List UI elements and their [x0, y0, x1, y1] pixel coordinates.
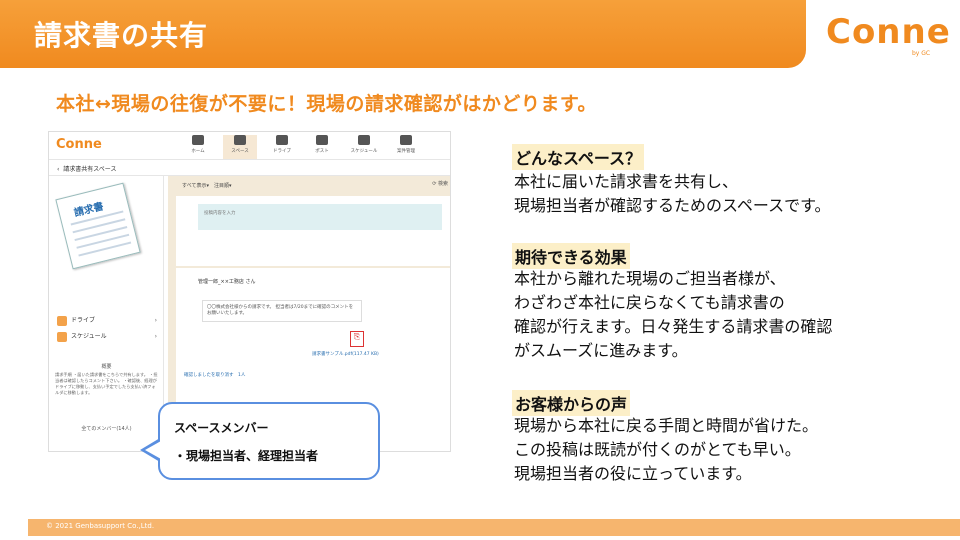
breadcrumb: ‹ 請求書共有スペース [49, 160, 450, 176]
section-heading-effect: 期待できる効果 [512, 243, 630, 269]
space-icon [234, 135, 246, 145]
brand-logo-sub: by GC [912, 50, 931, 57]
app-left-panel: 請求書 ドライブ › スケジュール › 概要 請求手順 ・届いた請求書をこちらで共有… [49, 176, 164, 451]
section-line: 現場担当者が確認するためのスペースです。 [514, 196, 831, 215]
section-line: 現場から本社に戻る手間と時間が省けた。 [514, 416, 819, 435]
bubble-line2: ・現場担当者、経理担当者 [174, 449, 319, 463]
section-body-effect: 本社から離れた現場のご担当者様が、 わざわざ本社に戻らなくても請求書の 確認が行… [514, 267, 832, 363]
header-bar: 請求書の共有 [0, 0, 806, 68]
members-heading: 全てのメンバー(14人) [81, 426, 132, 432]
home-icon [192, 135, 204, 145]
invoice-paper: 請求書 [55, 182, 141, 270]
summary-heading: 概要 [101, 364, 112, 370]
post-author: 管理一郎_××工務店 さん [198, 279, 256, 285]
left-menu-label: スケジュール [71, 333, 107, 340]
nav-schedule: スケジュール [347, 135, 381, 159]
section-heading-voice: お客様からの声 [512, 390, 631, 416]
calendar-icon [358, 135, 370, 145]
section-line: わざわざ本社に戻らなくても請求書の [514, 293, 785, 312]
left-menu-schedule: スケジュール › [55, 330, 159, 344]
nav-project: 案件管理 [389, 135, 423, 159]
section-line: がスムーズに進みます。 [514, 341, 688, 360]
invoice-illustration: 請求書 [55, 182, 143, 270]
search-mini: ⟳ 検索 [432, 181, 448, 187]
drive-icon [57, 316, 67, 326]
slide: 請求書の共有 Conne by GC 本社↔現場の往復が不要に！現場の請求確認が… [0, 0, 960, 540]
section-heading-space: どんなスペース？ [512, 144, 645, 170]
section-line: 本社から離れた現場のご担当者様が、 [514, 269, 786, 288]
post-input: 投稿内容を入力 [198, 204, 442, 230]
search-label: 検索 [437, 181, 448, 187]
chevron-right-icon: › [154, 317, 157, 324]
bubble-tail-inner [145, 441, 161, 459]
section-line: 本社に届いた請求書を共有し、 [514, 172, 739, 191]
left-menu-drive: ドライブ › [55, 314, 159, 328]
app-topbar: Conne ホーム スペース ドライブ ポスト スケジュール 案件管理 [49, 132, 450, 160]
footer-bar: © 2021 Genbasupport Co.,Ltd. [28, 519, 960, 536]
drive-icon [276, 135, 288, 145]
breadcrumb-label: 請求書共有スペース [63, 166, 117, 173]
brand-logo-text: Conne [826, 12, 951, 52]
section-line: この投稿は既読が付くのがとても早い。 [514, 440, 801, 459]
summary-text: 請求手順 ・届いた請求書をこちらで共有します。 ・担当者は確認したらコメント下さ… [55, 372, 158, 395]
pdf-filename: 請求書サンプル.pdf(117.47 KB) [312, 352, 379, 357]
post-icon [316, 135, 328, 145]
feed-filter: すべて表示▾ 注目順▾ [182, 183, 232, 189]
bubble-line1: スペースメンバー [174, 421, 269, 435]
chevron-right-icon: › [154, 333, 157, 340]
post-message: 〇〇株式会社様からの請求です。 担当者は7/20までに確認のコメントをお願いいた… [202, 300, 362, 322]
section-line: 現場担当者の役に立っています。 [514, 464, 752, 483]
section-body-space: 本社に届いた請求書を共有し、 現場担当者が確認するためのスペースです。 [514, 170, 830, 218]
section-body-voice: 現場から本社に戻る手間と時間が省けた。 この投稿は既読が付くのがとても早い。 現… [514, 414, 818, 486]
page-title: 請求書の共有 [34, 19, 209, 52]
confirm-status: 確認しましたを取り消す 1人 [184, 373, 246, 378]
section-line: 確認が行えます。日々発生する請求書の確認 [514, 317, 833, 336]
subtitle: 本社↔現場の往復が不要に！現場の請求確認がはかどります。 [56, 93, 598, 115]
calendar-icon [57, 332, 67, 342]
copyright: © 2021 Genbasupport Co.,Ltd. [46, 522, 155, 530]
post-composer: 投稿内容を入力 [176, 196, 450, 266]
pdf-icon: ⎘ [350, 331, 364, 347]
left-menu-label: ドライブ [71, 317, 96, 324]
nav-space: スペース [223, 135, 257, 159]
brand-logo: Conne by GC [826, 12, 950, 58]
nav-home: ホーム [181, 135, 215, 159]
nav-drive: ドライブ [265, 135, 299, 159]
nav-post: ポスト [305, 135, 339, 159]
app-logo: Conne [56, 137, 102, 152]
document-icon [400, 135, 412, 145]
callout-bubble: スペースメンバー ・現場担当者、経理担当者 [158, 402, 380, 480]
